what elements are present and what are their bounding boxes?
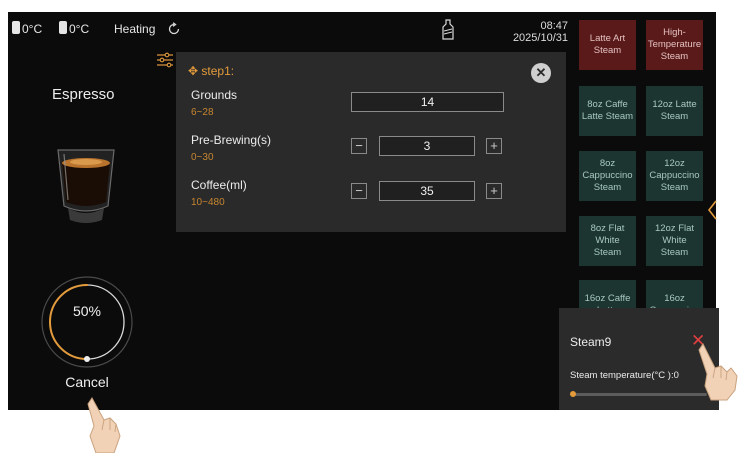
menu-tile-8oz-caffe-latte-steam[interactable]: 8oz Caffe Latte Steam [579,86,636,136]
menu-tile-latte-art-steam[interactable]: Latte Art Steam [579,20,636,70]
date: 2025/10/31 [512,32,568,44]
steam-temperature-knob[interactable] [570,391,576,397]
settings-sliders-icon[interactable] [156,52,174,68]
temperature-2: 0°C [69,22,90,36]
pre-brewing-range: 0~30 [191,152,214,163]
steam-popup-title: Steam9 [570,335,612,349]
grounds-value[interactable]: 14 [351,92,504,112]
pre-brewing-plus-button[interactable]: + [486,138,502,154]
time: 08:47 [540,20,568,32]
coffee-range: 10~480 [191,197,225,208]
drink-name: Espresso [52,86,115,103]
step-title: ✥ step1: [188,64,235,78]
steam-temperature-label: Steam temperature(°C ):0 [570,370,679,381]
menu-tile-high-temperature-steam[interactable]: High-Temperature Steam [646,20,703,70]
cancel-button[interactable]: Cancel [44,374,130,390]
step-icon: ✥ [188,64,202,78]
bottle-icon[interactable] [440,19,456,41]
coffee-value[interactable]: 35 [379,181,475,201]
heating-status: Heating [114,22,156,36]
coffee-cup-icon [57,149,115,223]
grounds-range: 6~28 [191,107,214,118]
steam-popup: Steam9 ✕ Steam temperature(°C ):0 [559,308,719,410]
grounds-label: Grounds [191,88,238,102]
chevron-left-icon[interactable] [706,199,718,221]
hand-pointer-icon [87,397,121,453]
progress-percent: 50% [72,303,102,319]
menu-tile-8oz-flat-white-steam[interactable]: 8oz Flat White Steam [579,216,636,266]
thermometer-icon [12,21,20,34]
step-panel: ✥ step1: ✕ Grounds 6~28 14 Pre-Brewing(s… [176,52,566,232]
menu-tile-12oz-flat-white-steam[interactable]: 12oz Flat White Steam [646,216,703,266]
pre-brewing-label: Pre-Brewing(s) [191,133,272,147]
hand-pointer-icon [698,343,738,401]
progress-ring [41,276,133,368]
thermometer-icon [59,21,67,34]
menu-tile-12oz-latte-steam[interactable]: 12oz Latte Steam [646,86,703,136]
refresh-icon [168,22,180,35]
datetime: 08:47 2025/10/31 [498,20,568,44]
menu-tile-12oz-cappuccino-steam[interactable]: 12oz Cappuccino Steam [646,151,703,201]
coffee-minus-button[interactable]: − [351,183,367,199]
close-icon[interactable]: ✕ [531,63,551,83]
coffee-label: Coffee(ml) [191,178,247,192]
pre-brewing-minus-button[interactable]: − [351,138,367,154]
steam-temperature-track[interactable] [572,393,707,396]
temperature-1: 0°C [22,22,43,36]
menu-tile-8oz-cappuccino-steam[interactable]: 8oz Cappuccino Steam [579,151,636,201]
coffee-plus-button[interactable]: + [486,183,502,199]
pre-brewing-value[interactable]: 3 [379,136,475,156]
